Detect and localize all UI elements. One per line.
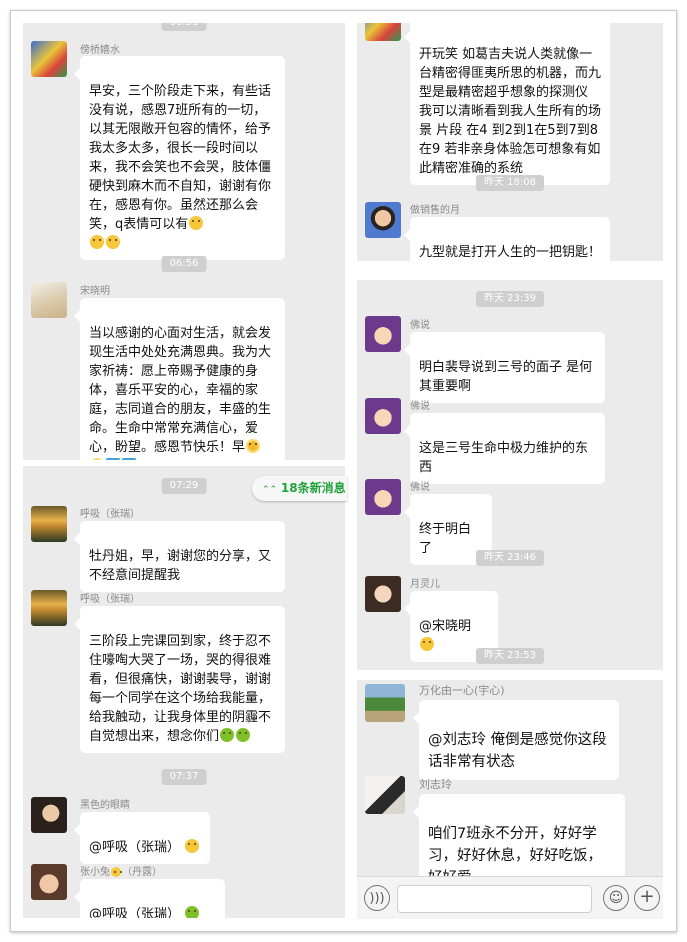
new-messages-label: 18条新消息 (280, 481, 346, 495)
avatar[interactable] (365, 776, 405, 814)
avatar[interactable] (365, 479, 401, 515)
avatar[interactable] (365, 398, 401, 434)
sender-name: 月灵儿 (410, 579, 440, 590)
sender-name: 宋晓明 (80, 286, 110, 297)
message-text: @呼吸（张瑞） (89, 907, 181, 918)
frog-emoji-icon (185, 906, 200, 918)
sender-name: 呼吸（张瑞） (80, 509, 140, 520)
sender-name: 万化由一心(宇心) (419, 684, 505, 697)
avatar[interactable] (31, 282, 67, 318)
message-bubble[interactable]: 九型就是打开人生的一把钥匙！@傍桥嬉水 (404, 217, 610, 261)
sender-name-suffix: （丹露） (122, 867, 162, 878)
sender-name: 呼吸（张瑞） (80, 594, 140, 605)
message-text: 牡丹姐，早，谢谢您的分享，又不经意间提醒我 (89, 549, 272, 583)
sender-name: 傍桥嬉水 (80, 45, 120, 56)
message-bubble[interactable]: 开玩笑 如葛吉夫说人类就像一台精密得匪夷所思的机器，而九型是最精密超乎想象的探测… (404, 23, 610, 185)
smile-emoji-icon (106, 235, 120, 249)
message-text: 当以感谢的心面对生活，就会发现生活中处处充满恩典。我为大家祈祷：愿上帝赐予健康的… (89, 326, 272, 455)
plus-button[interactable]: + (634, 885, 660, 911)
sender-name: 佛说 (410, 320, 430, 331)
smile-emoji-icon (111, 867, 121, 877)
voice-icon: ))) (369, 891, 385, 906)
message-bubble[interactable]: @呼吸（张瑞） (74, 812, 210, 864)
message-bubble[interactable]: 这是三号生命中极力维护的东西 (404, 413, 605, 484)
message-text: 咱们7班永不分开，好好学习，好好休息，好好吃饭，好好爱。 (428, 826, 602, 876)
message-bubble[interactable]: @刘志玲 俺倒是感觉你这段话非常有状态 (413, 700, 619, 780)
sender-name: 佛说 (410, 401, 430, 412)
avatar[interactable] (365, 23, 401, 41)
plus-icon: + (639, 886, 655, 907)
timestamp: 07:37 (161, 769, 207, 785)
timestamp: 昨天 23:46 (476, 550, 544, 566)
message-bubble[interactable]: 明白裴导说到三号的面子 是何其重要啊 (404, 332, 605, 403)
new-messages-button[interactable]: ⌃⌃ 18条新消息 (252, 476, 347, 501)
message-text: 九型就是打开人生的一把钥匙！@傍桥嬉水 (419, 245, 602, 260)
message-text: 终于明白了 (419, 522, 472, 556)
avatar[interactable] (365, 202, 401, 238)
timestamp: 昨天 23:53 (476, 648, 544, 664)
flower-emoji-icon (90, 458, 104, 460)
message-text: @宋晓明 (419, 619, 472, 634)
emoji-button[interactable]: ☺ (603, 885, 629, 911)
avatar[interactable] (31, 506, 67, 542)
chevron-up-icon: ⌃⌃ (262, 485, 278, 495)
message-bubble[interactable]: @呼吸（张瑞） (74, 879, 225, 918)
timestamp: 昨天 23:39 (476, 291, 544, 307)
gift-emoji-icon (106, 458, 120, 460)
avatar[interactable] (365, 316, 401, 352)
avatar[interactable] (31, 41, 67, 77)
timestamp: 昨天 18:08 (476, 175, 544, 191)
sender-name: 做销售的月 (410, 205, 460, 216)
message-text: 明白裴导说到三号的面子 是何其重要啊 (419, 360, 593, 394)
voice-button[interactable]: ))) (364, 885, 390, 911)
chat-panel-left-bottom[interactable]: 07:29 呼吸（张瑞） 牡丹姐，早，谢谢您的分享，又不经意间提醒我 呼吸（张瑞… (23, 466, 345, 918)
sender-name-text: 张小兔 (80, 867, 110, 878)
message-bubble[interactable]: 三阶段上完课回到家，终于忍不住嚎啕大哭了一场，哭的得很难看，但很痛快，谢谢裴导，… (74, 606, 285, 753)
flower-emoji-icon (246, 439, 261, 453)
avatar[interactable] (365, 684, 405, 722)
message-bubble[interactable]: 当以感谢的心面对生活，就会发现生活中处处充满恩典。我为大家祈祷：愿上帝赐予健康的… (74, 298, 285, 460)
message-bubble[interactable]: 牡丹姐，早，谢谢您的分享，又不经意间提醒我 (74, 521, 285, 592)
message-text: 开玩笑 如葛吉夫说人类就像一台精密得匪夷所思的机器，而九型是最精密超乎想象的探测… (419, 47, 602, 176)
chat-panel-right-top[interactable]: 开玩笑 如葛吉夫说人类就像一台精密得匪夷所思的机器，而九型是最精密超乎想象的探测… (357, 23, 663, 261)
chat-input-bar: ))) ☺ + (357, 876, 663, 919)
surprised-emoji-icon (420, 637, 434, 651)
gift-emoji-icon (122, 458, 136, 460)
frog-emoji-icon (236, 728, 251, 742)
timestamp: 07:29 (161, 478, 207, 494)
timestamp: 06:56 (161, 256, 207, 272)
frog-emoji-icon (220, 728, 235, 742)
surprised-emoji-icon (185, 839, 200, 853)
message-text: @呼吸（张瑞） (89, 840, 181, 855)
chat-panel-right-bottom[interactable]: 万化由一心(宇心) @刘志玲 俺倒是感觉你这段话非常有状态 刘志玲 咱们7班永不… (357, 680, 663, 876)
sender-name: 张小兔 （丹露） (80, 863, 162, 878)
message-text: @刘志玲 俺倒是感觉你这段话非常有状态 (428, 732, 607, 770)
chat-panel-left-top[interactable]: 06:51 傍桥嬉水 早安，三个阶段走下来，有些话没有说，感恩7班所有的一切，以… (23, 23, 345, 460)
smile-emoji-icon (189, 216, 204, 230)
message-text: 这是三号生命中极力维护的东西 (419, 441, 589, 475)
timestamp: 06:51 (161, 23, 207, 31)
chat-panel-right-middle[interactable]: 昨天 23:39 佛说 明白裴导说到三号的面子 是何其重要啊 佛说 这是三号生命… (357, 280, 663, 670)
emoji-icon: ☺ (608, 890, 624, 906)
sender-name: 佛说 (410, 482, 430, 493)
sender-name: 刘志玲 (419, 778, 452, 791)
avatar[interactable] (31, 864, 67, 900)
avatar[interactable] (31, 590, 67, 626)
sender-name: 黑色的眼睛 (80, 800, 130, 811)
smile-emoji-icon (90, 235, 104, 249)
message-input[interactable] (397, 885, 592, 913)
avatar[interactable] (31, 797, 67, 833)
message-text: 早安，三个阶段走下来，有些话没有说，感恩7班所有的一切，以其无限敞开包容的情怀，… (89, 84, 272, 232)
avatar[interactable] (365, 576, 401, 612)
message-bubble[interactable]: 咱们7班永不分开，好好学习，好好休息，好好吃饭，好好爱。 (413, 794, 625, 876)
message-bubble[interactable]: 早安，三个阶段走下来，有些话没有说，感恩7班所有的一切，以其无限敞开包容的情怀，… (74, 56, 285, 260)
